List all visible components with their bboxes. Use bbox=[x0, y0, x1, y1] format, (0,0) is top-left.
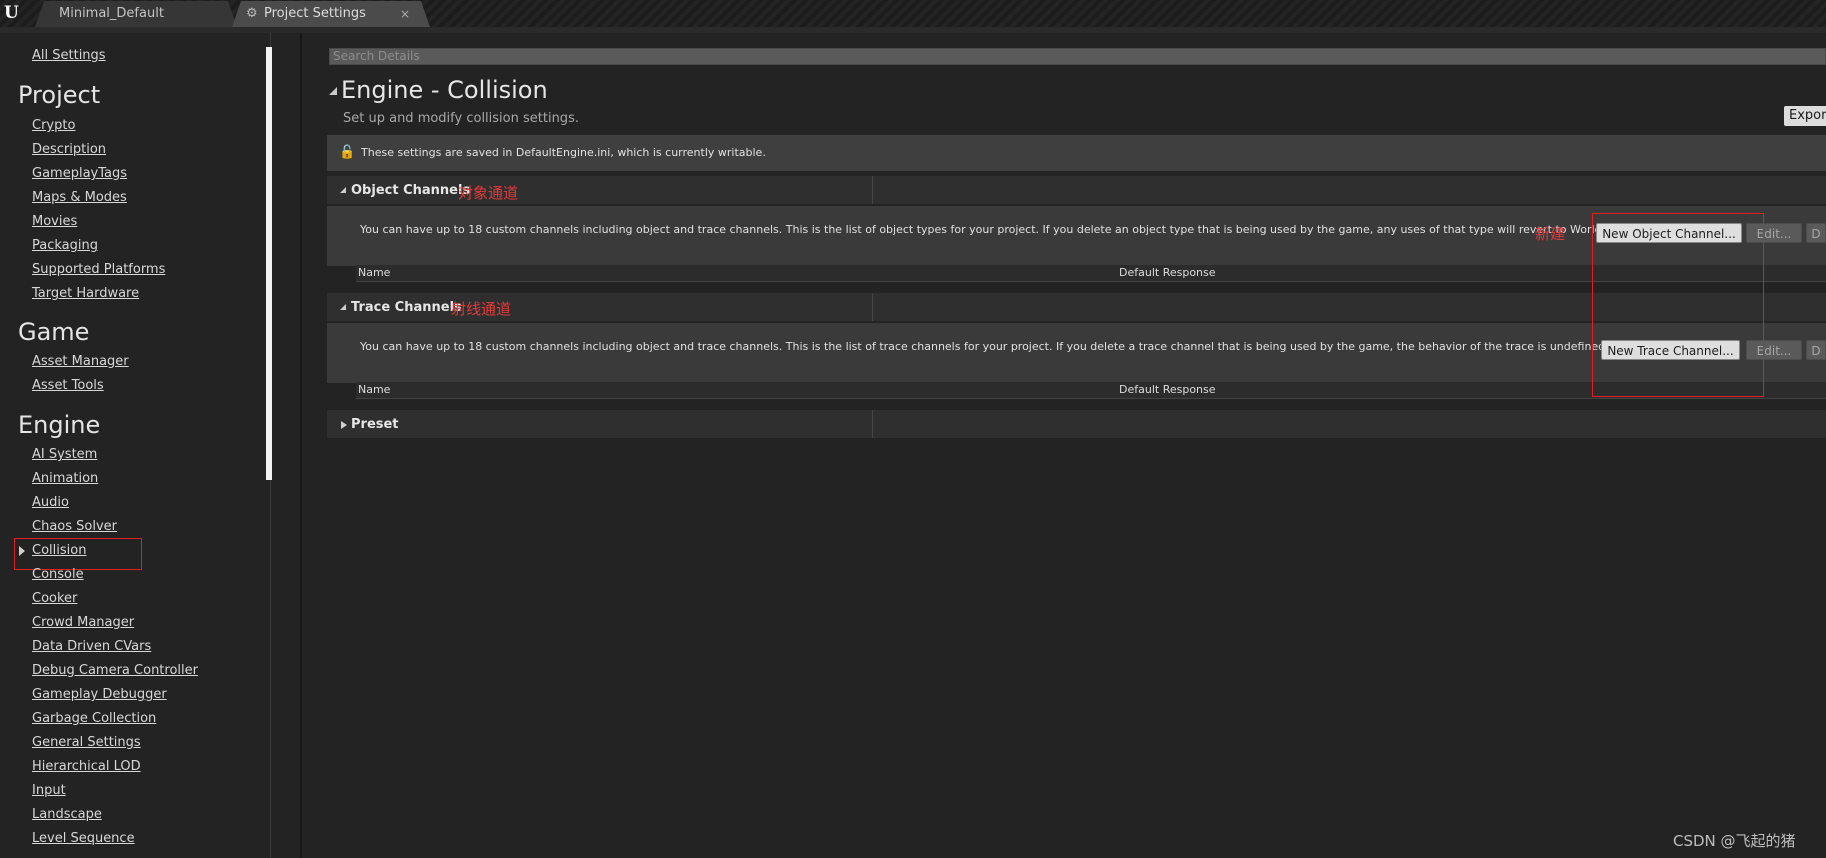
column-splitter[interactable] bbox=[872, 293, 873, 321]
export-button[interactable]: Export... bbox=[1784, 106, 1826, 126]
sidebar-item-crypto[interactable]: Crypto bbox=[32, 118, 75, 133]
sidebar-item-asset-tools[interactable]: Asset Tools bbox=[32, 378, 104, 393]
gear-icon: ⚙ bbox=[246, 6, 258, 21]
config-notice-text: These settings are saved in DefaultEngin… bbox=[361, 146, 766, 159]
sidebar-item-target-hardware[interactable]: Target Hardware bbox=[32, 286, 139, 301]
sidebar-item-crowd-manager[interactable]: Crowd Manager bbox=[32, 615, 134, 630]
panel-splitter[interactable] bbox=[300, 33, 302, 858]
sidebar-item-console[interactable]: Console bbox=[32, 567, 84, 582]
collapse-arrow-icon[interactable] bbox=[329, 87, 337, 95]
category-object-channels[interactable] bbox=[327, 176, 1826, 204]
sidebar-scrollbar[interactable] bbox=[266, 47, 272, 480]
sidebar-item-garbage-collection[interactable]: Garbage Collection bbox=[32, 711, 156, 726]
tab-project-settings[interactable]: ⚙ Project Settings × bbox=[232, 1, 430, 27]
column-splitter[interactable] bbox=[872, 410, 873, 438]
watermark: CSDN @飞起的猪 bbox=[1673, 832, 1796, 850]
sidebar-item-supported-platforms[interactable]: Supported Platforms bbox=[32, 262, 165, 277]
annotation-trace-channels: 射线通道 bbox=[451, 300, 512, 318]
sidebar-item-landscape[interactable]: Landscape bbox=[32, 807, 102, 822]
column-header-default-response: Default Response bbox=[1119, 266, 1216, 279]
unreal-logo-icon[interactable]: U bbox=[4, 3, 22, 23]
sidebar-item-packaging[interactable]: Packaging bbox=[32, 238, 98, 253]
sidebar-item-asset-manager[interactable]: Asset Manager bbox=[32, 354, 129, 369]
title-bar: U Minimal_Default ⚙ Project Settings × bbox=[0, 0, 1826, 27]
sidebar-link-all-settings[interactable]: All Settings bbox=[32, 48, 106, 63]
column-splitter[interactable] bbox=[872, 176, 873, 204]
sidebar-item-debug-camera-controller[interactable]: Debug Camera Controller bbox=[32, 663, 198, 678]
close-icon[interactable]: × bbox=[400, 1, 410, 27]
column-header-name: Name bbox=[358, 266, 391, 279]
expand-arrow-icon[interactable] bbox=[341, 421, 347, 429]
sidebar-item-audio[interactable]: Audio bbox=[32, 495, 69, 510]
tab-label: Project Settings bbox=[264, 6, 366, 21]
trace-channels-description: You can have up to 18 custom channels in… bbox=[360, 340, 1609, 353]
sidebar-item-level-sequence[interactable]: Level Sequence bbox=[32, 831, 135, 846]
tab-minimal-default[interactable]: Minimal_Default bbox=[35, 1, 237, 27]
delete-object-channel-button[interactable]: D bbox=[1806, 223, 1826, 243]
object-channels-description: You can have up to 18 custom channels in… bbox=[360, 223, 1637, 236]
sidebar-item-general-settings[interactable]: General Settings bbox=[32, 735, 141, 750]
expand-arrow-icon[interactable] bbox=[340, 187, 346, 193]
sidebar-heading-game: Game bbox=[18, 318, 90, 346]
category-preset[interactable] bbox=[327, 410, 1826, 438]
sidebar-item-ai-system[interactable]: AI System bbox=[32, 447, 97, 462]
column-header-name: Name bbox=[358, 383, 391, 396]
sidebar-item-gameplaytags[interactable]: GameplayTags bbox=[32, 166, 127, 181]
selected-arrow-icon bbox=[19, 546, 25, 556]
delete-trace-channel-button[interactable]: D bbox=[1806, 340, 1826, 360]
sidebar-heading-project: Project bbox=[18, 81, 101, 109]
sidebar-item-description[interactable]: Description bbox=[32, 142, 106, 157]
sidebar-item-maps-modes[interactable]: Maps & Modes bbox=[32, 190, 127, 205]
sidebar-heading-engine: Engine bbox=[18, 411, 101, 439]
tab-label: Minimal_Default bbox=[59, 6, 164, 21]
sidebar-item-gameplay-debugger[interactable]: Gameplay Debugger bbox=[32, 687, 167, 702]
annotation-new: 新建 bbox=[1535, 225, 1566, 243]
expand-arrow-icon[interactable] bbox=[340, 304, 346, 310]
page-subtitle: Set up and modify collision settings. bbox=[343, 111, 579, 126]
category-label: Preset bbox=[351, 417, 399, 432]
sidebar-item-data-driven-cvars[interactable]: Data Driven CVars bbox=[32, 639, 151, 654]
sidebar-item-input[interactable]: Input bbox=[32, 783, 66, 798]
category-label: Object Channels bbox=[351, 183, 471, 198]
column-header-default-response: Default Response bbox=[1119, 383, 1216, 396]
sidebar-item-cooker[interactable]: Cooker bbox=[32, 591, 77, 606]
sidebar-item-movies[interactable]: Movies bbox=[32, 214, 77, 229]
sidebar-item-animation[interactable]: Animation bbox=[32, 471, 98, 486]
sidebar-item-chaos-solver[interactable]: Chaos Solver bbox=[32, 519, 117, 534]
page-title: Engine - Collision bbox=[341, 76, 548, 104]
annotation-object-channels: 对象通道 bbox=[458, 184, 519, 202]
sidebar-item-hierarchical-lod[interactable]: Hierarchical LOD bbox=[32, 759, 141, 774]
sidebar-item-collision[interactable]: Collision bbox=[32, 543, 86, 558]
unlock-icon: 🔓 bbox=[339, 145, 356, 160]
category-label: Trace Channels bbox=[351, 300, 462, 315]
search-details-input[interactable]: Search Details bbox=[329, 48, 1826, 65]
annotation-highlight-box bbox=[1592, 213, 1764, 397]
